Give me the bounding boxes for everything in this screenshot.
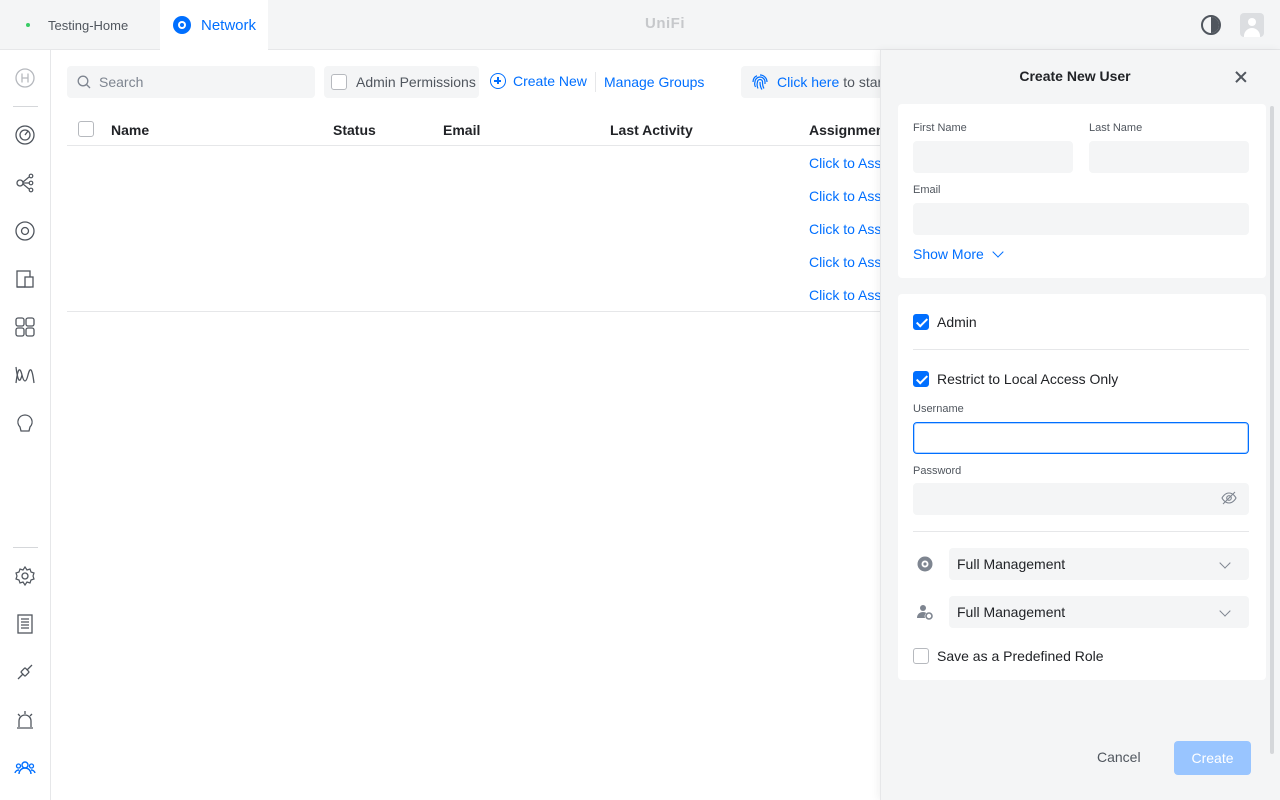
user-role-row: Full Management — [913, 596, 1249, 628]
drawer-title: Create New User — [1019, 68, 1131, 84]
predefined-role-label: Save as a Predefined Role — [937, 648, 1104, 664]
search-box[interactable] — [67, 66, 315, 98]
table-header: Name Status Email Last Activity Assignme… — [67, 112, 897, 146]
settings-icon[interactable] — [13, 564, 37, 588]
online-status-dot — [26, 23, 30, 27]
network-role-select[interactable]: Full Management — [949, 548, 1249, 580]
admin-label: Admin — [937, 314, 977, 330]
tab-network-label: Network — [201, 16, 257, 34]
admin-permissions-checkbox[interactable] — [331, 74, 347, 90]
create-new-button[interactable]: Create New — [490, 73, 587, 89]
chevron-down-icon — [992, 246, 1004, 258]
topology-icon[interactable] — [13, 171, 37, 195]
admin-permissions-filter[interactable]: Admin Permissions — [324, 66, 479, 98]
create-user-drawer: Create New User First Name Last Name Ema… — [880, 50, 1280, 800]
email-field[interactable] — [913, 203, 1249, 235]
user-role-select[interactable]: Full Management — [949, 596, 1249, 628]
top-bar: Testing-Home Network UniFi — [0, 0, 1280, 50]
network-app-icon — [173, 16, 191, 34]
plus-circle-icon — [490, 73, 506, 89]
show-more-button[interactable]: Show More — [913, 246, 1004, 262]
admins-users-icon[interactable] — [13, 756, 37, 780]
predefined-role-option[interactable]: Save as a Predefined Role — [913, 648, 1104, 664]
hint-banner: Click here to start — [741, 66, 901, 98]
select-all-checkbox[interactable] — [78, 121, 94, 137]
theme-toggle-icon[interactable] — [1201, 15, 1221, 35]
admin-option[interactable]: Admin — [913, 314, 977, 330]
tab-network[interactable]: Network — [160, 0, 268, 50]
email-label: Email — [913, 184, 941, 196]
devices-icon[interactable] — [13, 219, 37, 243]
fingerprint-icon — [752, 74, 768, 90]
site-name: Testing-Home — [48, 17, 129, 33]
search-icon — [77, 75, 91, 89]
restrict-local-label: Restrict to Local Access Only — [937, 371, 1119, 387]
last-name-field[interactable] — [1089, 141, 1249, 173]
ports-icon[interactable] — [13, 315, 37, 339]
avatar[interactable] — [1240, 13, 1264, 37]
drawer-scrollbar[interactable] — [1270, 106, 1274, 754]
create-button[interactable]: Create — [1174, 741, 1251, 775]
dashboard-icon[interactable] — [13, 123, 37, 147]
integrations-icon[interactable] — [13, 660, 37, 684]
site-selector[interactable]: Testing-Home — [0, 0, 160, 50]
password-field[interactable] — [913, 483, 1249, 515]
chevron-down-icon — [1219, 605, 1231, 617]
show-more-label: Show More — [913, 246, 984, 262]
basic-info-card: First Name Last Name Email Show More — [898, 104, 1266, 278]
section-divider — [913, 531, 1249, 532]
close-icon[interactable] — [1233, 69, 1249, 85]
table-bottom-border — [67, 311, 897, 312]
first-name-label: First Name — [913, 122, 967, 134]
admin-checkbox[interactable] — [913, 314, 929, 330]
predefined-role-checkbox[interactable] — [913, 648, 929, 664]
hide-password-icon[interactable] — [1221, 490, 1237, 506]
logs-icon[interactable] — [13, 612, 37, 636]
innerspace-icon[interactable] — [13, 411, 37, 435]
permissions-card: Admin Restrict to Local Access Only User… — [898, 294, 1266, 680]
client-devices-icon[interactable] — [13, 267, 37, 291]
network-app-icon — [917, 556, 933, 572]
password-label: Password — [913, 465, 962, 477]
column-header-last-activity[interactable]: Last Activity — [610, 122, 693, 138]
manage-groups-link[interactable]: Manage Groups — [604, 74, 704, 90]
user-settings-icon — [917, 605, 933, 620]
column-header-email[interactable]: Email — [443, 122, 480, 138]
section-divider — [913, 349, 1249, 350]
chevron-down-icon — [1219, 557, 1231, 569]
username-field[interactable] — [913, 422, 1249, 454]
restrict-local-option[interactable]: Restrict to Local Access Only — [913, 371, 1118, 387]
alarms-icon[interactable] — [13, 708, 37, 732]
toolbar-divider — [595, 72, 596, 92]
search-input[interactable] — [99, 74, 299, 90]
column-header-status[interactable]: Status — [333, 122, 376, 138]
insights-icon[interactable] — [13, 363, 37, 387]
restrict-local-checkbox[interactable] — [913, 371, 929, 387]
user-role-value: Full Management — [957, 604, 1066, 620]
last-name-label: Last Name — [1089, 122, 1143, 134]
home-h-icon[interactable] — [13, 66, 37, 90]
network-role-row: Full Management — [913, 548, 1249, 580]
hint-link[interactable]: Click here — [777, 74, 839, 90]
column-header-name[interactable]: Name — [111, 122, 149, 138]
sidebar-divider — [13, 106, 38, 107]
cancel-button[interactable]: Cancel — [1097, 749, 1141, 765]
network-role-value: Full Management — [957, 556, 1066, 572]
unifi-logo: UniFi — [645, 15, 685, 32]
sidebar-divider — [13, 547, 38, 548]
first-name-field[interactable] — [913, 141, 1073, 173]
sidebar — [0, 50, 51, 800]
username-label: Username — [913, 403, 964, 415]
create-new-label: Create New — [513, 73, 587, 89]
admin-permissions-label: Admin Permissions — [356, 74, 476, 90]
